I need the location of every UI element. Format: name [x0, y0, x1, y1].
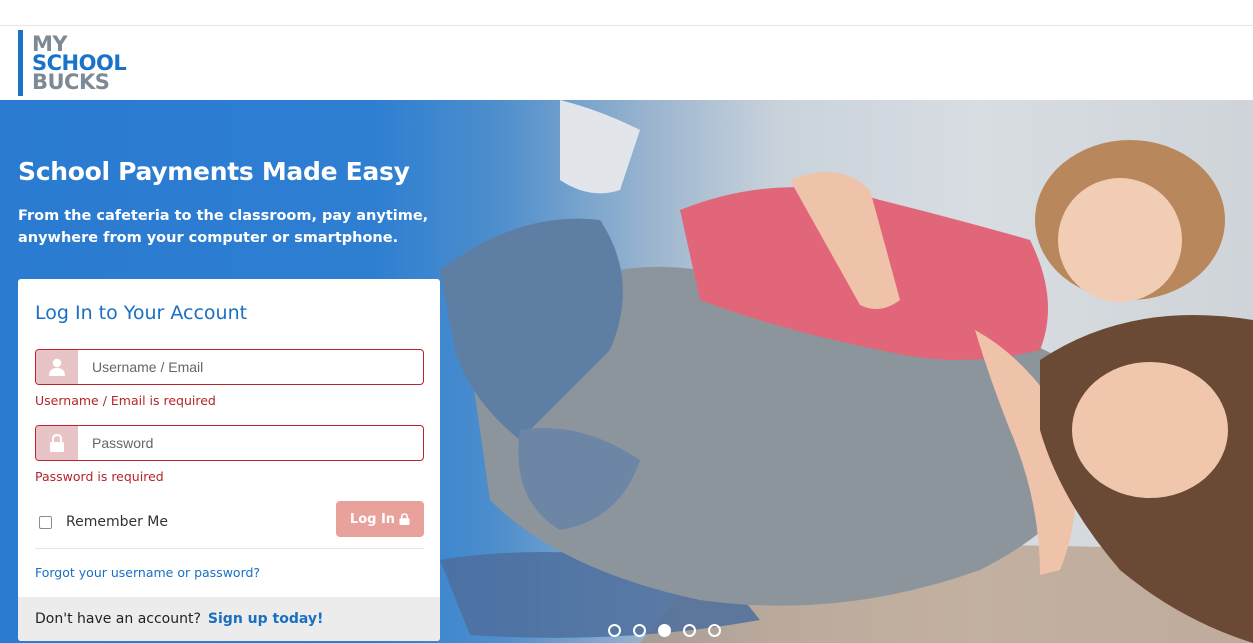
carousel-dot[interactable] — [633, 624, 646, 637]
logo-line-bucks: BUCKS — [32, 69, 110, 94]
login-card: Log In to Your Account Username / Email … — [18, 279, 440, 641]
remember-me[interactable]: Remember Me — [39, 514, 168, 530]
carousel-indicators — [608, 624, 721, 637]
username-field — [35, 349, 424, 385]
lock-icon — [36, 426, 78, 460]
forgot-credentials-link[interactable]: Forgot your username or password? — [35, 565, 260, 580]
signup-link[interactable]: Sign up today! — [208, 611, 323, 627]
signup-prompt: Don't have an account? — [35, 611, 201, 627]
remember-me-checkbox[interactable] — [39, 515, 52, 529]
password-field — [35, 425, 424, 461]
user-icon — [36, 350, 78, 384]
carousel-dot[interactable] — [708, 624, 721, 637]
password-input[interactable] — [78, 426, 423, 460]
carousel-dot[interactable] — [683, 624, 696, 637]
logo-wordmark: MY SCHOOL BUCKS — [32, 30, 127, 96]
carousel-dot[interactable] — [608, 624, 621, 637]
password-error: Password is required — [35, 469, 164, 484]
remember-me-label: Remember Me — [66, 514, 168, 530]
login-button-label: Log In — [349, 511, 396, 527]
site-header: MY SCHOOL BUCKS — [0, 26, 1253, 100]
hero-banner: School Payments Made Easy From the cafet… — [0, 100, 1253, 643]
username-input[interactable] — [78, 350, 423, 384]
logo-accent-bar — [18, 30, 23, 96]
carousel-dot-active[interactable] — [658, 624, 671, 637]
card-divider — [35, 548, 424, 549]
hero-title: School Payments Made Easy — [18, 157, 410, 186]
lock-icon — [399, 513, 410, 525]
username-error: Username / Email is required — [35, 393, 216, 408]
login-card-title: Log In to Your Account — [35, 302, 248, 324]
myschoolbucks-logo[interactable]: MY SCHOOL BUCKS — [18, 30, 127, 96]
login-button[interactable]: Log In — [336, 501, 424, 537]
browser-top-strip — [0, 0, 1253, 26]
hero-subtitle: From the cafeteria to the classroom, pay… — [18, 208, 429, 246]
signup-bar: Don't have an account? Sign up today! — [18, 597, 440, 641]
